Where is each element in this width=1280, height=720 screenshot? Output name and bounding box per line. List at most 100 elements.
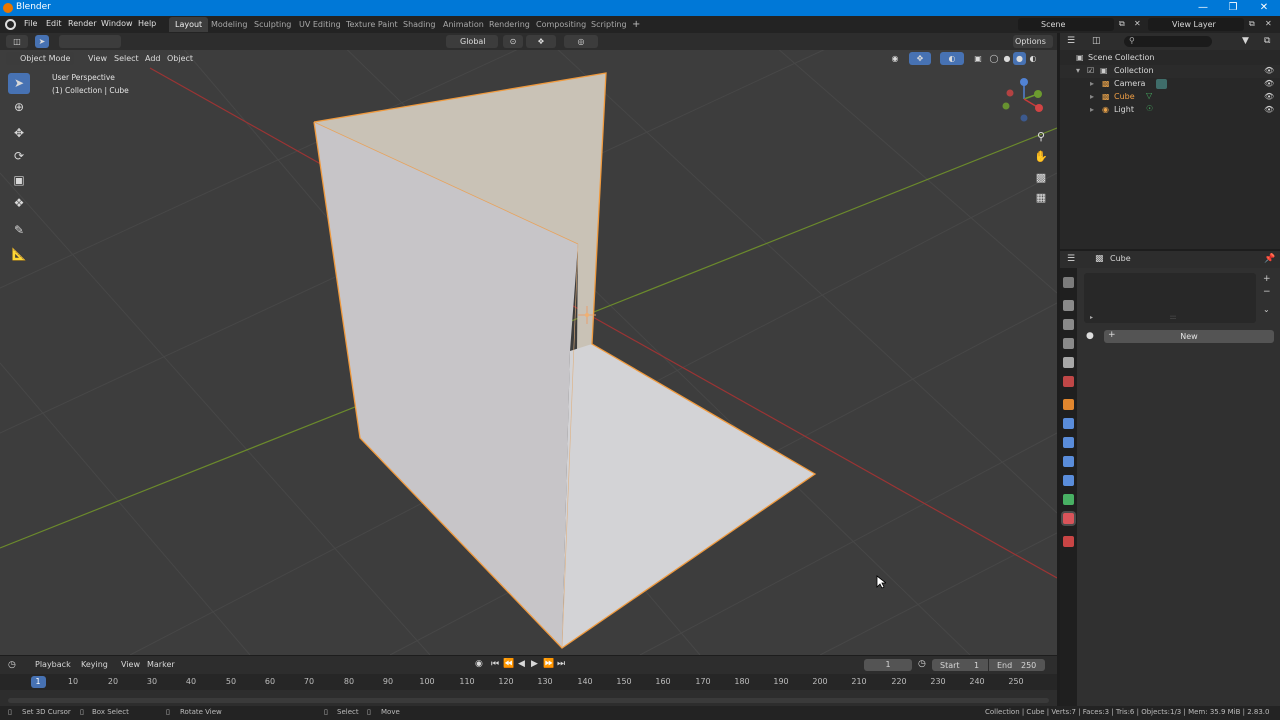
camera-data-icon[interactable] xyxy=(1156,79,1167,89)
menu-marker[interactable]: Marker xyxy=(147,660,175,669)
transform-tool-icon[interactable]: ❖ xyxy=(8,193,30,214)
delete-view-layer-icon[interactable]: ✕ xyxy=(1265,19,1272,28)
outliner-row-camera[interactable]: ▸ ▩ Camera 👁 xyxy=(1060,78,1280,91)
ortho-grid-icon[interactable]: ▦ xyxy=(1032,189,1050,207)
view-layer-tab-icon[interactable] xyxy=(1063,338,1074,349)
play-reverse-icon[interactable]: ◀ xyxy=(518,659,525,669)
xray-icon[interactable]: ▣ xyxy=(972,52,984,65)
checkbox-icon[interactable]: ☑ xyxy=(1087,66,1094,75)
eye-icon[interactable]: 👁 xyxy=(1264,79,1274,88)
outliner-row-cube[interactable]: ▸ ▩ Cube ▽ 👁 xyxy=(1060,91,1280,104)
3d-viewport[interactable]: ◫ ➤ Global ⊙ ❖ ◎ Options Object Mode Vie… xyxy=(0,33,1057,655)
move-tool-icon[interactable]: ✥ xyxy=(8,123,30,144)
constraints-tab-icon[interactable] xyxy=(1063,475,1074,486)
zoom-icon[interactable]: ⚲ xyxy=(1032,128,1050,146)
jump-end-icon[interactable]: ⏭ xyxy=(557,659,565,669)
scene-field[interactable]: Scene xyxy=(1018,18,1114,31)
start-frame-field[interactable]: Start 1 xyxy=(932,659,988,671)
mesh-data-tab-icon[interactable] xyxy=(1063,494,1074,505)
tab-texture-paint[interactable]: Texture Paint xyxy=(340,17,404,32)
new-collection-icon[interactable]: ⧉ xyxy=(1264,36,1270,46)
outliner-row-scene[interactable]: ▣ Scene Collection xyxy=(1060,52,1280,65)
tab-shading[interactable]: Shading xyxy=(397,17,442,32)
scale-tool-icon[interactable]: ▣ xyxy=(8,170,30,191)
play-icon[interactable]: ▶ xyxy=(531,659,538,669)
new-view-layer-icon[interactable]: ⧉ xyxy=(1249,19,1255,29)
tab-rendering[interactable]: Rendering xyxy=(483,17,536,32)
object-tab-icon[interactable] xyxy=(1063,399,1074,410)
light-data-icon[interactable]: ☉ xyxy=(1146,104,1153,113)
filter-icon[interactable]: ▼ xyxy=(1242,36,1249,46)
resize-handle-icon[interactable]: ::: xyxy=(1170,314,1176,321)
world-tab-icon[interactable] xyxy=(1063,376,1074,387)
outliner-row-collection[interactable]: ▾ ☑ ▣ Collection 👁 xyxy=(1060,65,1280,78)
timeline-scale[interactable]: 1 10 20 30 40 50 60 70 80 90 100 110 120… xyxy=(0,674,1057,690)
eye-icon[interactable]: 👁 xyxy=(1264,66,1274,75)
solid-shading-icon[interactable]: ● xyxy=(1001,52,1013,65)
menu-add[interactable]: Add xyxy=(145,52,161,65)
menu-edit[interactable]: Edit xyxy=(46,19,62,28)
navigation-gizmo[interactable] xyxy=(998,73,1050,125)
eye-icon[interactable]: 👁 xyxy=(1264,105,1274,114)
timeline-editor-icon[interactable]: ◷ xyxy=(8,660,16,670)
pin-icon[interactable]: 📌 xyxy=(1264,254,1275,264)
blender-menu-icon[interactable] xyxy=(5,19,16,30)
menu-render[interactable]: Render xyxy=(68,19,96,28)
tool-tab-icon[interactable] xyxy=(1063,277,1074,288)
visibility-icon[interactable]: ◉ xyxy=(886,52,904,65)
pan-hand-icon[interactable]: ✋ xyxy=(1032,148,1050,166)
tab-animation[interactable]: Animation xyxy=(437,17,490,32)
select-mode-buttons[interactable] xyxy=(59,35,121,48)
remove-slot-icon[interactable]: − xyxy=(1263,287,1271,297)
tab-modeling[interactable]: Modeling xyxy=(205,17,253,32)
select-tool-icon[interactable]: ➤ xyxy=(35,35,49,48)
close-icon[interactable]: ✕ xyxy=(1248,0,1280,16)
add-workspace-icon[interactable]: + xyxy=(626,17,646,32)
expand-icon[interactable]: ▾ xyxy=(1076,66,1080,75)
mesh-data-icon[interactable]: ▽ xyxy=(1146,91,1152,100)
snap-icon[interactable]: ❖ xyxy=(526,35,556,48)
particles-tab-icon[interactable] xyxy=(1063,437,1074,448)
menu-object[interactable]: Object xyxy=(167,52,193,65)
render-tab-icon[interactable] xyxy=(1063,300,1074,311)
texture-tab-icon[interactable] xyxy=(1063,536,1074,547)
prev-keyframe-icon[interactable]: ⏪ xyxy=(503,659,514,669)
orientation-dropdown[interactable]: Global xyxy=(446,35,498,48)
menu-help[interactable]: Help xyxy=(138,19,156,28)
view-layer-field[interactable]: View Layer xyxy=(1148,18,1244,31)
add-slot-icon[interactable]: + xyxy=(1263,274,1271,284)
tab-layout[interactable]: Layout xyxy=(169,17,209,32)
minimize-icon[interactable]: — xyxy=(1187,0,1219,16)
annotate-tool-icon[interactable]: ✎ xyxy=(8,220,30,241)
properties-editor-icon[interactable]: ☰ xyxy=(1067,254,1075,264)
outliner-row-light[interactable]: ▸ ◉ Light ☉ 👁 xyxy=(1060,104,1280,117)
new-scene-icon[interactable]: ⧉ xyxy=(1119,19,1125,29)
gizmo-toggle-icon[interactable]: ✥ xyxy=(909,52,931,65)
current-frame-field[interactable]: 1 xyxy=(864,659,912,671)
expand-icon[interactable]: ▸ xyxy=(1090,92,1094,101)
browse-material-icon[interactable]: ● xyxy=(1086,331,1094,341)
slot-menu-icon[interactable]: ⌄ xyxy=(1263,305,1270,314)
camera-view-icon[interactable]: ▩ xyxy=(1032,169,1050,187)
physics-tab-icon[interactable] xyxy=(1063,456,1074,467)
menu-window[interactable]: Window xyxy=(101,19,133,28)
outliner-editor-icon[interactable]: ☰ xyxy=(1067,36,1075,46)
tab-compositing[interactable]: Compositing xyxy=(530,17,592,32)
timeline-scrollbar[interactable] xyxy=(8,698,1049,703)
menu-file[interactable]: File xyxy=(24,19,37,28)
display-mode-icon[interactable]: ◫ xyxy=(1092,36,1101,46)
scene-tab-icon[interactable] xyxy=(1063,357,1074,368)
material-shading-icon[interactable]: ● xyxy=(1013,52,1026,65)
rendered-shading-icon[interactable]: ◐ xyxy=(1027,52,1039,65)
modifier-tab-icon[interactable] xyxy=(1063,418,1074,429)
expand-icon[interactable]: ▸ xyxy=(1090,79,1094,88)
pivot-point-icon[interactable]: ⊙ xyxy=(503,35,523,48)
editor-type-icon[interactable]: ◫ xyxy=(6,35,28,48)
menu-keying[interactable]: Keying xyxy=(81,660,108,669)
menu-view[interactable]: View xyxy=(121,660,140,669)
options-dropdown[interactable]: Options xyxy=(1013,35,1053,48)
select-box-tool-icon[interactable]: ➤ xyxy=(8,73,30,94)
outliner-search-icon[interactable]: ⚲ xyxy=(1124,36,1212,47)
record-icon[interactable]: ◉ xyxy=(475,659,483,669)
end-frame-field[interactable]: End 250 xyxy=(989,659,1045,671)
